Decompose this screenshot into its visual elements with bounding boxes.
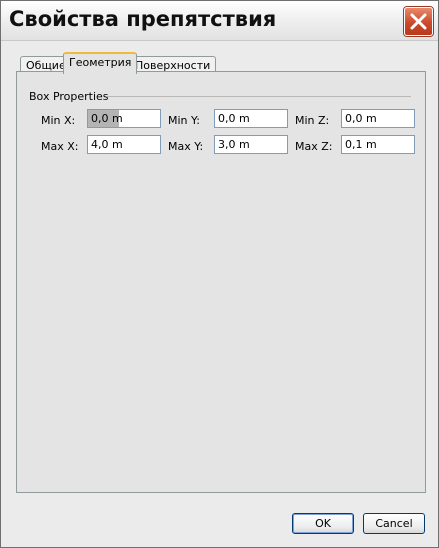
min-x-label: Min X: xyxy=(41,114,76,127)
close-icon xyxy=(410,13,427,30)
min-z-label: Min Z: xyxy=(295,114,330,127)
max-y-label: Max Y: xyxy=(168,140,204,153)
max-z-label: Max Z: xyxy=(295,140,333,153)
max-z-field[interactable] xyxy=(341,135,415,154)
window-title: Свойства препятствия xyxy=(9,7,277,31)
dialog-window: Свойства препятствия Общие Геометрия Пов… xyxy=(0,0,439,548)
min-x-field[interactable] xyxy=(87,109,161,128)
tab-panel-geometry: Box Properties Min X: Min Y: Min Z: Max … xyxy=(16,71,426,493)
min-y-field[interactable] xyxy=(214,109,288,128)
title-bar[interactable]: Свойства препятствия xyxy=(1,1,438,41)
cancel-button[interactable]: Cancel xyxy=(363,513,425,534)
close-button[interactable] xyxy=(404,7,433,36)
group-title-box-properties: Box Properties xyxy=(29,90,113,103)
ok-button[interactable]: OK xyxy=(292,513,354,534)
tab-geometry[interactable]: Геометрия xyxy=(63,52,138,74)
max-y-field[interactable] xyxy=(214,135,288,154)
max-x-field[interactable] xyxy=(87,135,161,154)
min-y-label: Min Y: xyxy=(168,114,200,127)
min-z-field[interactable] xyxy=(341,109,415,128)
group-divider xyxy=(107,96,411,97)
max-x-label: Max X: xyxy=(41,140,79,153)
